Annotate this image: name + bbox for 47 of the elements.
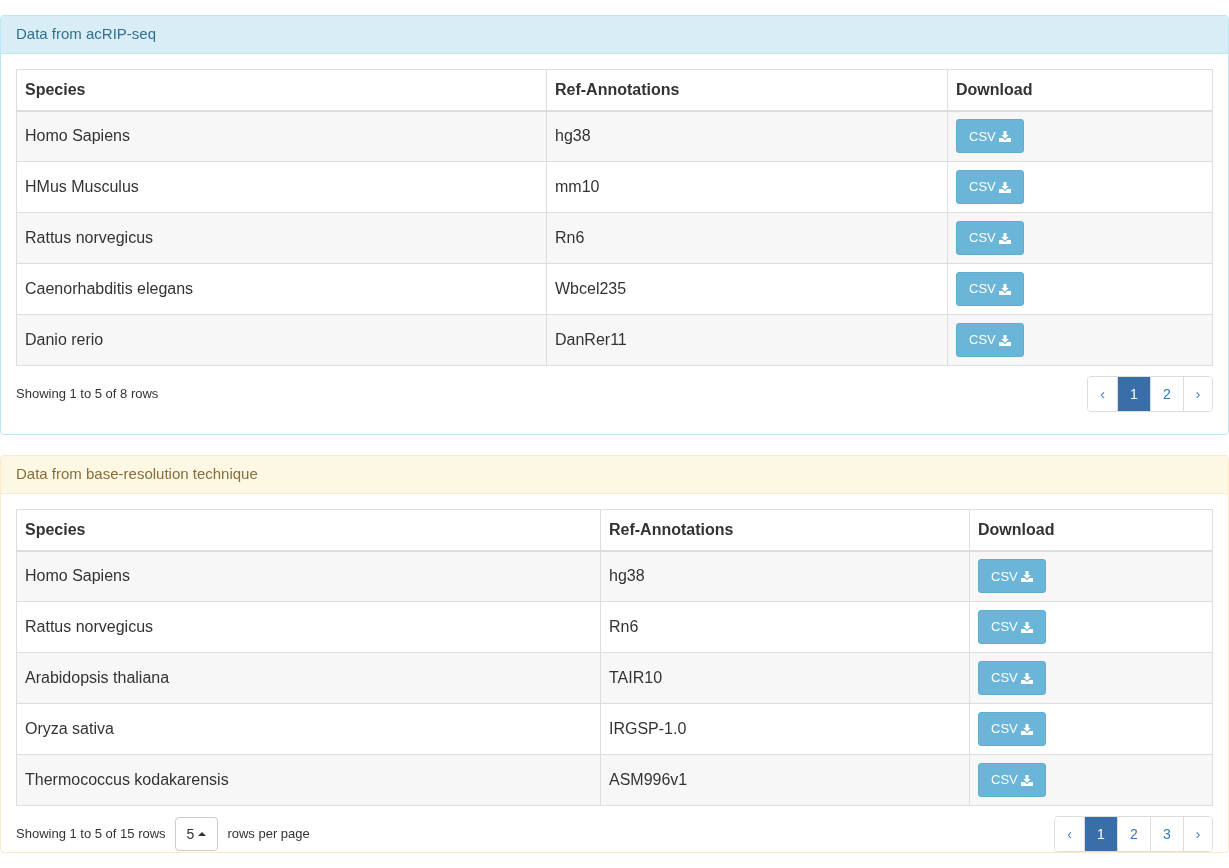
table-cell: HMus Musculus bbox=[16, 161, 547, 213]
download-icon bbox=[1020, 672, 1033, 684]
table-cell: IRGSP-1.0 bbox=[600, 703, 970, 755]
page-button[interactable]: 1 bbox=[1117, 377, 1150, 411]
table-cell: Oryza sativa bbox=[16, 703, 601, 755]
table-cell: Wbcel235 bbox=[546, 263, 948, 315]
page-size-dropdown[interactable]: 5 bbox=[174, 817, 219, 851]
table-cell: hg38 bbox=[600, 550, 970, 602]
table-cell: Thermococcus kodakarensis bbox=[16, 754, 601, 806]
table-cell: hg38 bbox=[546, 110, 948, 162]
download-icon bbox=[1020, 621, 1033, 633]
table-cell: ASM996v1 bbox=[600, 754, 970, 806]
rows-per-page-label: rows per page bbox=[227, 825, 310, 844]
column-header: Download bbox=[947, 69, 1213, 111]
download-icon bbox=[1020, 723, 1033, 735]
page-button[interactable]: 1 bbox=[1084, 817, 1117, 851]
caret-icon bbox=[198, 832, 207, 836]
download-icon bbox=[998, 181, 1011, 193]
table-cell: Rattus norvegicus bbox=[16, 212, 547, 264]
table-cell: mm10 bbox=[546, 161, 948, 213]
next-page-button[interactable]: › bbox=[1183, 817, 1212, 851]
download-icon bbox=[998, 130, 1011, 142]
pagination-info: Showing 1 to 5 of 15 rows bbox=[16, 825, 166, 844]
table-cell: Rn6 bbox=[600, 601, 970, 653]
table-cell: Danio rerio bbox=[16, 314, 547, 366]
table-cell: DanRer11 bbox=[546, 314, 948, 366]
download-icon bbox=[998, 334, 1011, 346]
column-header: Species bbox=[16, 509, 601, 551]
next-page-button[interactable]: › bbox=[1183, 377, 1212, 411]
download-icon bbox=[998, 232, 1011, 244]
table-cell: Rn6 bbox=[546, 212, 948, 264]
table-cell: Rattus norvegicus bbox=[16, 601, 601, 653]
column-header: Ref-Annotations bbox=[546, 69, 948, 111]
table-cell: TAIR10 bbox=[600, 652, 970, 704]
download-icon bbox=[1020, 774, 1033, 786]
panel-title: Data from acRIP-seq bbox=[16, 24, 157, 45]
table-cell: Homo Sapiens bbox=[16, 110, 547, 162]
pagination-info: Showing 1 to 5 of 8 rows bbox=[16, 385, 159, 404]
panel-title: Data from base-resolution technique bbox=[16, 464, 258, 485]
download-icon bbox=[1020, 570, 1033, 582]
table-cell: Caenorhabditis elegans bbox=[16, 263, 547, 315]
table-cell: Arabidopsis thaliana bbox=[16, 652, 601, 704]
column-header: Ref-Annotations bbox=[600, 509, 970, 551]
column-header: Species bbox=[16, 69, 547, 111]
download-icon bbox=[998, 283, 1011, 295]
column-header: Download bbox=[969, 509, 1213, 551]
table-cell: Homo Sapiens bbox=[16, 550, 601, 602]
